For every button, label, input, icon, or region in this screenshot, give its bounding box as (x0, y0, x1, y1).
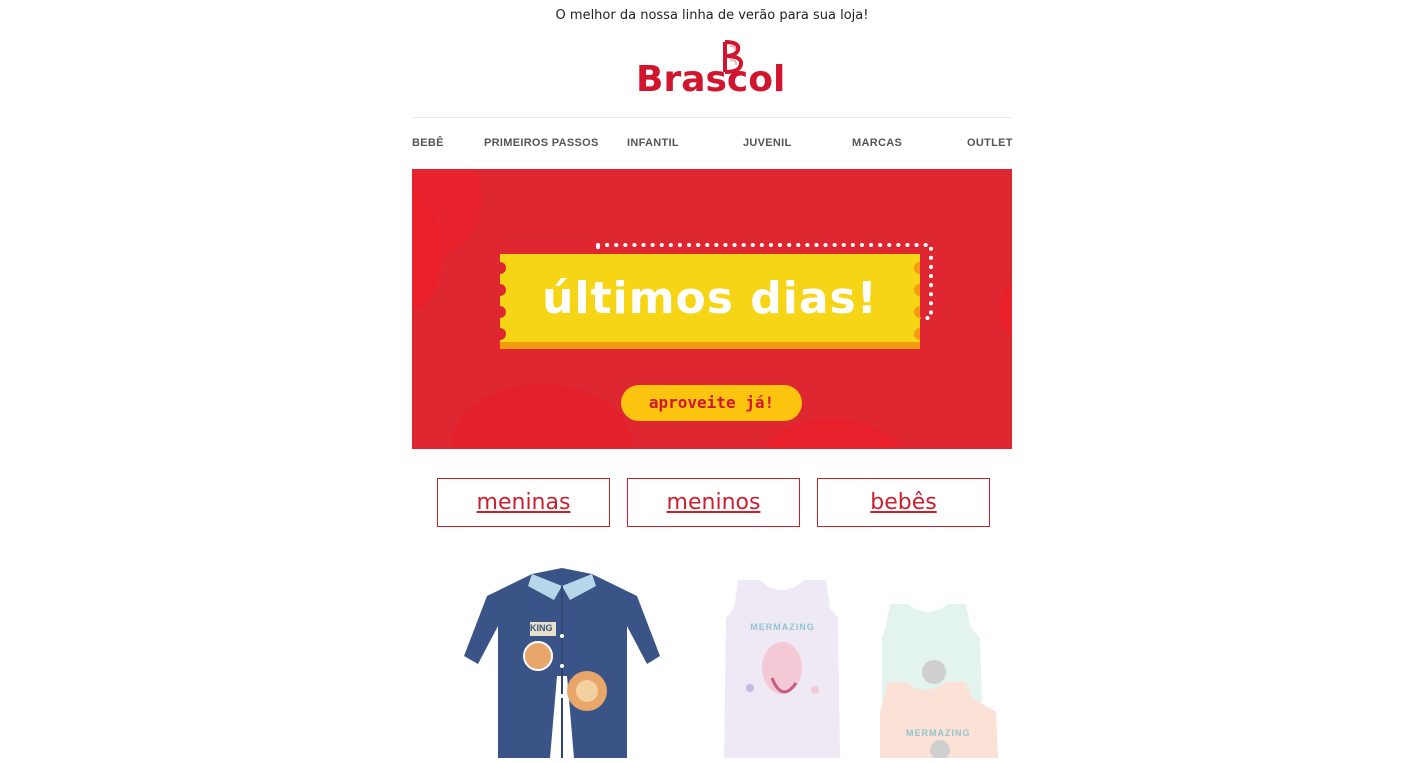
hero-banner[interactable]: últimos dias! aproveite já! (412, 169, 1012, 449)
nav-item-marcas[interactable]: MARCAS (852, 137, 902, 149)
product-print-label: MERMAZING (906, 728, 971, 738)
header-divider (412, 117, 1012, 118)
category-button-meninas[interactable]: meninas (437, 478, 610, 527)
nav-item-juvenil[interactable]: JUVENIL (743, 137, 792, 149)
category-button-bebes[interactable]: bebês (817, 478, 990, 527)
brand-logo-wordmark: Brascol (636, 59, 786, 100)
product-print-label: KING (530, 623, 553, 633)
hero-blob-decoration (762, 419, 902, 449)
product-navy-romper[interactable]: KING (462, 556, 662, 758)
hero-blob-decoration (452, 384, 632, 449)
hero-ticket: últimos dias! (500, 254, 920, 349)
brand-logo[interactable]: Brascol (632, 40, 792, 106)
category-button-meninos[interactable]: meninos (627, 478, 800, 527)
preheader-text: O melhor da nossa linha de verão para su… (555, 8, 869, 23)
hero-blob-decoration (1000, 279, 1012, 339)
nav-item-outlet[interactable]: OUTLET (967, 137, 1013, 149)
nav-item-bebe[interactable]: BEBÊ (412, 137, 444, 149)
nav-item-infantil[interactable]: INFANTIL (627, 137, 679, 149)
product-print-label: MERMAZING (750, 622, 815, 632)
product-lilac-tank-bodysuit[interactable]: MERMAZING (720, 578, 845, 758)
bodysuit-image-icon (724, 580, 840, 758)
main-nav: BEBÊ PRIMEIROS PASSOS INFANTIL JUVENIL M… (412, 137, 1012, 153)
product-mint-peach-tank-bodysuit-pair[interactable]: MERMAZING (876, 602, 1002, 760)
hero-headline: últimos dias! (542, 273, 878, 324)
romper-image-icon (464, 568, 660, 758)
hero-cta-button[interactable]: aproveite já! (621, 385, 802, 421)
nav-item-primeiros-passos[interactable]: PRIMEIROS PASSOS (484, 137, 599, 149)
